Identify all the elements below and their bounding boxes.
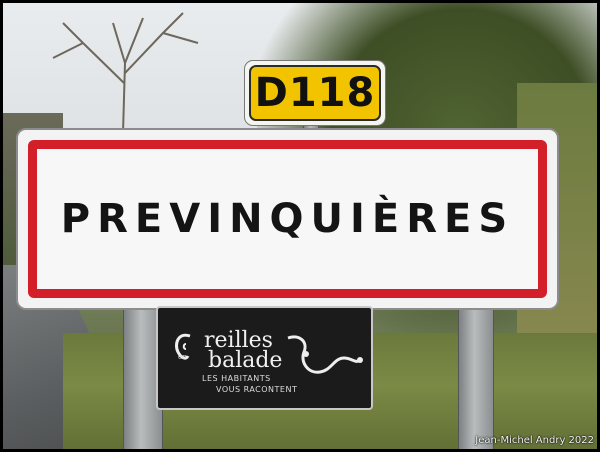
- panel-subtitle-line1: LES HABITANTS: [202, 374, 271, 383]
- panel-en: en: [178, 353, 187, 361]
- panel-subtitle-line2: VOUS RACONTENT: [216, 385, 298, 394]
- town-name: PREVINQUIÈRES: [60, 196, 515, 242]
- town-entry-sign: PREVINQUIÈRES: [16, 128, 559, 310]
- bare-tree: [52, 12, 199, 133]
- photo-credit: Jean-Michel Andry 2022: [475, 435, 594, 446]
- sign-red-border: PREVINQUIÈRES: [28, 140, 547, 298]
- sign-post-right: [458, 288, 494, 449]
- photo-frame: D118 PREVINQUIÈRES reilles en balade LES…: [0, 0, 600, 452]
- panel-line2: balade: [208, 348, 283, 373]
- oreilles-en-balade-panel: reilles en balade LES HABITANTS VOUS RAC…: [156, 306, 373, 410]
- road-number-plate: D118: [244, 60, 386, 126]
- road-number-text: D118: [249, 65, 381, 121]
- swirl-icon: [287, 335, 363, 374]
